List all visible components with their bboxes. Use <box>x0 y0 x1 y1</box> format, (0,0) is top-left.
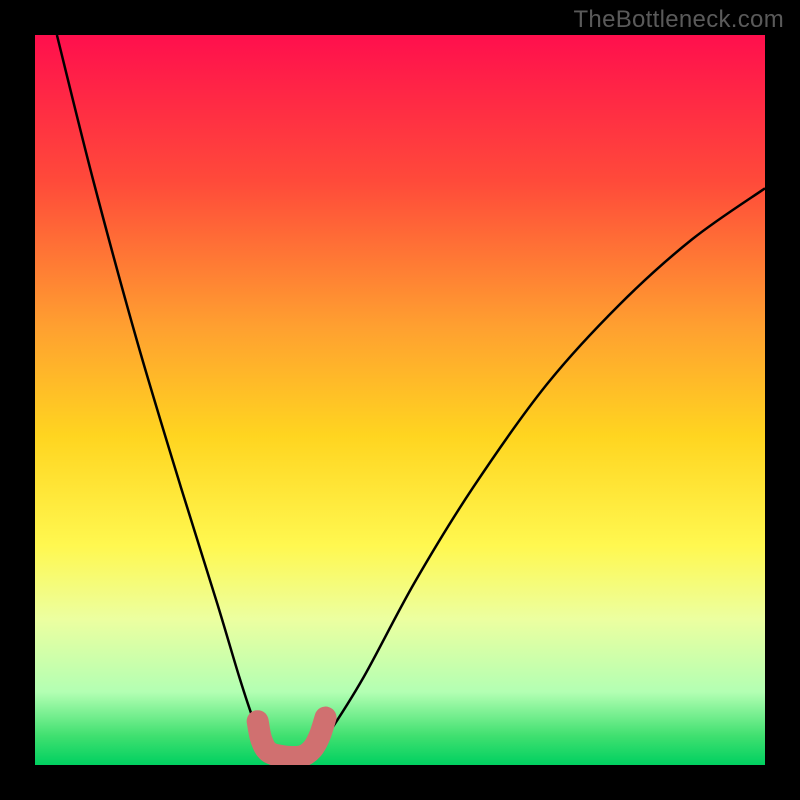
watermark-text: TheBottleneck.com <box>573 6 784 34</box>
chart-frame <box>35 35 765 765</box>
chart-svg <box>35 35 765 765</box>
chart-background <box>35 35 765 765</box>
